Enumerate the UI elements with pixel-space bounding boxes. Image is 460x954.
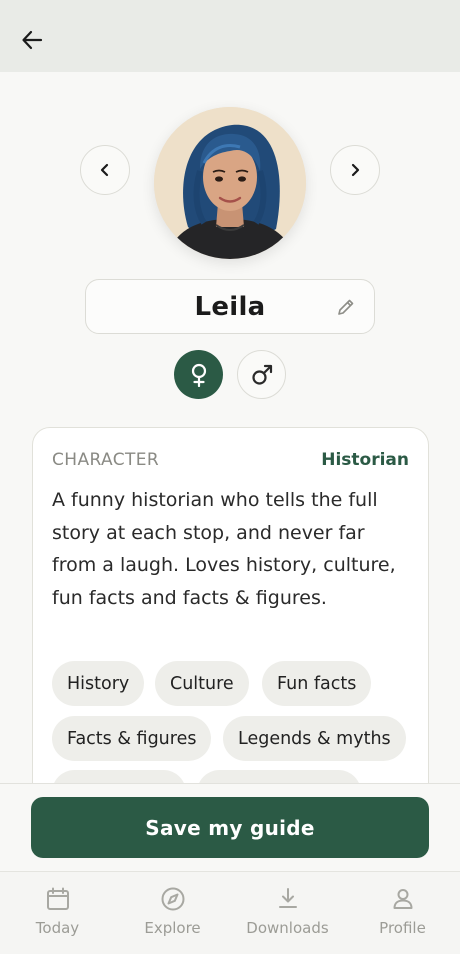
guide-portrait <box>154 107 306 259</box>
nav-label: Explore <box>144 919 201 937</box>
compass-icon <box>161 887 184 911</box>
nav-label: Today <box>35 919 80 937</box>
character-description: A funny historian who tells the full sto… <box>52 489 396 609</box>
calendar-icon <box>46 887 69 910</box>
bottom-navigation: Today Explore Downloads Profile <box>0 871 460 954</box>
tag-chip[interactable]: Legends & myths <box>223 716 406 761</box>
chevron-left-icon <box>100 163 109 177</box>
pencil-icon[interactable] <box>336 297 356 317</box>
tag-chip[interactable]: Facts & figures <box>52 716 212 761</box>
guide-name: Leila <box>194 291 266 322</box>
character-type[interactable]: Historian <box>321 450 409 470</box>
female-gender-button[interactable] <box>174 350 223 399</box>
nav-item-downloads[interactable]: Downloads <box>230 872 345 954</box>
male-gender-button[interactable] <box>237 350 286 399</box>
tag-chip[interactable]: Fun facts <box>262 661 372 706</box>
nav-label: Downloads <box>246 919 329 937</box>
nav-item-explore[interactable]: Explore <box>115 872 230 954</box>
download-icon <box>278 888 297 908</box>
nav-item-profile[interactable]: Profile <box>345 872 460 954</box>
character-label: CHARACTER <box>52 450 160 470</box>
person-icon <box>393 889 412 909</box>
male-symbol-icon <box>251 364 272 385</box>
tag-chip[interactable]: History <box>52 661 145 706</box>
nav-item-today[interactable]: Today <box>0 872 115 954</box>
chevron-right-icon <box>351 163 360 177</box>
top-bar <box>0 0 460 72</box>
avatar <box>154 107 306 259</box>
female-symbol-icon <box>191 363 206 387</box>
guide-name-field[interactable]: Leila <box>85 279 375 334</box>
previous-avatar-button[interactable] <box>80 145 130 195</box>
nav-label: Profile <box>379 919 426 937</box>
next-avatar-button[interactable] <box>330 145 380 195</box>
arrow-left-icon <box>22 30 43 50</box>
back-button[interactable] <box>14 22 50 58</box>
tag-chip[interactable]: Culture <box>155 661 249 706</box>
save-guide-button[interactable]: Save my guide <box>31 797 429 858</box>
